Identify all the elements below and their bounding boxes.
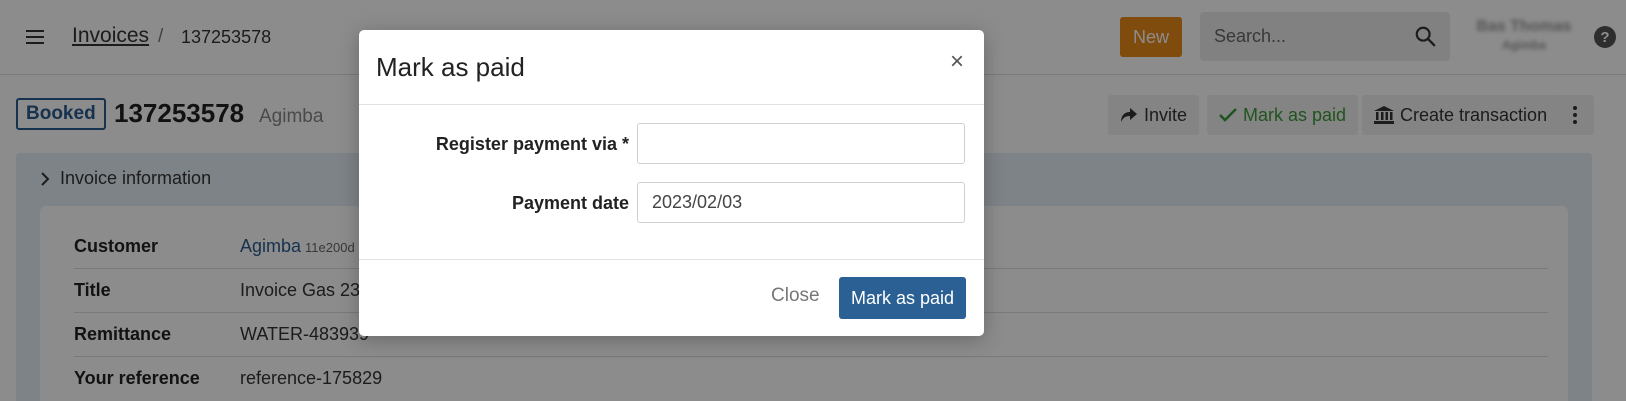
mark-as-paid-submit-button[interactable]: Mark as paid [839,277,966,319]
dialog-title: Mark as paid [376,52,525,82]
dialog-footer-divider [359,259,984,260]
payment-date-input[interactable] [637,182,965,223]
payment-method-input[interactable] [637,123,965,164]
payment-date-label: Payment date [511,193,629,213]
dialog-header: Mark as paid × [359,30,984,105]
close-button[interactable]: Close [771,285,820,307]
mark-as-paid-dialog: Mark as paid × Register payment via * Pa… [359,30,984,336]
payment-method-label: Register payment via * [435,134,629,154]
close-icon[interactable]: × [943,48,971,76]
